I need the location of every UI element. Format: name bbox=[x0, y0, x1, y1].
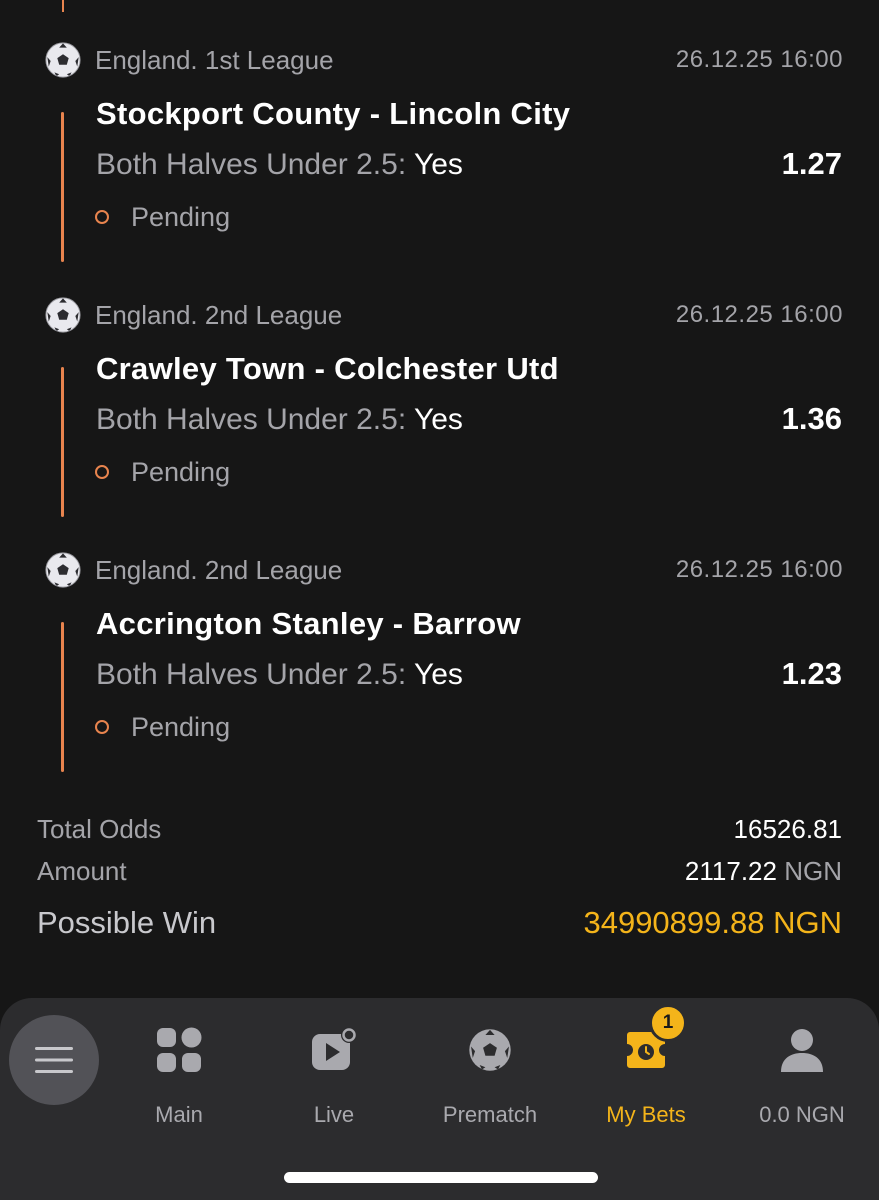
league-row: England. 1st League 26.12.25 16:00 bbox=[44, 40, 843, 80]
bet-item: England. 2nd League 26.12.25 16:00 Accri… bbox=[0, 550, 879, 805]
league-row: England. 2nd League 26.12.25 16:00 bbox=[44, 295, 843, 335]
market-pick: Yes bbox=[413, 403, 463, 436]
market-line: Both Halves Under 2.5: Yes bbox=[96, 403, 463, 437]
notification-badge: 1 bbox=[649, 1004, 687, 1042]
league-name: England. 2nd League bbox=[95, 554, 343, 585]
tab-label: 0.0 NGN bbox=[759, 1102, 845, 1127]
soccer-ball-icon bbox=[469, 1029, 511, 1071]
soccer-ball-icon bbox=[45, 297, 81, 333]
tab-account[interactable]: 0.0 NGN bbox=[727, 1020, 877, 1128]
pending-status-icon bbox=[95, 210, 109, 224]
bet-timeline-line bbox=[61, 367, 64, 517]
amount-value-wrap: 2117.22 NGN bbox=[685, 856, 842, 887]
tab-main[interactable]: Main bbox=[104, 1020, 254, 1128]
tab-my-bets[interactable]: 1 My Bets bbox=[571, 1004, 721, 1128]
amount-row: Amount 2117.22 NGN bbox=[37, 856, 842, 887]
possible-win-row: Possible Win 34990899.88 NGN bbox=[37, 905, 842, 941]
bet-timeline-line bbox=[61, 112, 64, 262]
league-name: England. 2nd League bbox=[95, 299, 343, 330]
match-datetime: 26.12.25 16:00 bbox=[675, 556, 843, 583]
odd-value: 1.23 bbox=[781, 656, 842, 691]
market-name: Both Halves Under 2.5: bbox=[96, 148, 414, 181]
bet-status: Pending bbox=[131, 202, 231, 232]
tab-prematch[interactable]: Prematch bbox=[415, 1020, 565, 1128]
bet-timeline-line bbox=[62, 0, 64, 12]
tab-live[interactable]: Live bbox=[259, 1020, 409, 1128]
match-title[interactable]: Stockport County - Lincoln City bbox=[96, 96, 570, 132]
bet-status: Pending bbox=[131, 457, 231, 487]
league-row: England. 2nd League 26.12.25 16:00 bbox=[44, 550, 843, 590]
bet-timeline-line bbox=[61, 622, 64, 772]
odd-value: 1.27 bbox=[781, 146, 842, 181]
hamburger-menu-icon bbox=[35, 1047, 73, 1073]
menu-button[interactable] bbox=[9, 1015, 99, 1105]
tab-label: Live bbox=[313, 1102, 355, 1127]
odd-value: 1.36 bbox=[781, 401, 842, 436]
match-title[interactable]: Crawley Town - Colchester Utd bbox=[96, 351, 559, 387]
pending-status-icon bbox=[95, 465, 109, 479]
match-title[interactable]: Accrington Stanley - Barrow bbox=[96, 606, 521, 642]
bet-status: Pending bbox=[131, 712, 231, 742]
market-line: Both Halves Under 2.5: Yes bbox=[96, 148, 463, 182]
tab-label: My Bets bbox=[606, 1102, 686, 1127]
market-pick: Yes bbox=[413, 658, 463, 691]
bet-item: England. 2nd League 26.12.25 16:00 Crawl… bbox=[0, 295, 879, 550]
amount-value: 2117.22 bbox=[684, 856, 777, 886]
total-odds-label: Total Odds bbox=[37, 814, 162, 844]
bet-item: England. 1st League 26.12.25 16:00 Stock… bbox=[0, 40, 879, 295]
soccer-ball-icon bbox=[45, 552, 81, 588]
bottom-tab-bar: Main Live Prematch 1 My Bets 0.0 NGN bbox=[0, 998, 879, 1200]
market-name: Both Halves Under 2.5: bbox=[96, 403, 414, 436]
amount-currency: NGN bbox=[784, 856, 842, 886]
total-odds-value: 16526.81 bbox=[733, 814, 842, 844]
home-indicator bbox=[284, 1172, 598, 1183]
pending-status-icon bbox=[95, 720, 109, 734]
grid-icon bbox=[157, 1027, 202, 1072]
live-video-icon bbox=[312, 1027, 357, 1070]
amount-label: Amount bbox=[37, 856, 127, 886]
total-odds-row: Total Odds 16526.81 bbox=[37, 814, 842, 845]
match-datetime: 26.12.25 16:00 bbox=[675, 301, 843, 328]
tab-label: Main bbox=[155, 1102, 203, 1127]
possible-win-label: Possible Win bbox=[37, 905, 217, 940]
league-name: England. 1st League bbox=[95, 44, 334, 75]
market-pick: Yes bbox=[413, 148, 463, 181]
market-name: Both Halves Under 2.5: bbox=[96, 658, 414, 691]
possible-win-value: 34990899.88 NGN bbox=[583, 905, 842, 940]
user-icon bbox=[781, 1029, 823, 1072]
match-datetime: 26.12.25 16:00 bbox=[675, 46, 843, 73]
market-line: Both Halves Under 2.5: Yes bbox=[96, 658, 463, 692]
soccer-ball-icon bbox=[45, 42, 81, 78]
tab-label: Prematch bbox=[442, 1102, 538, 1127]
